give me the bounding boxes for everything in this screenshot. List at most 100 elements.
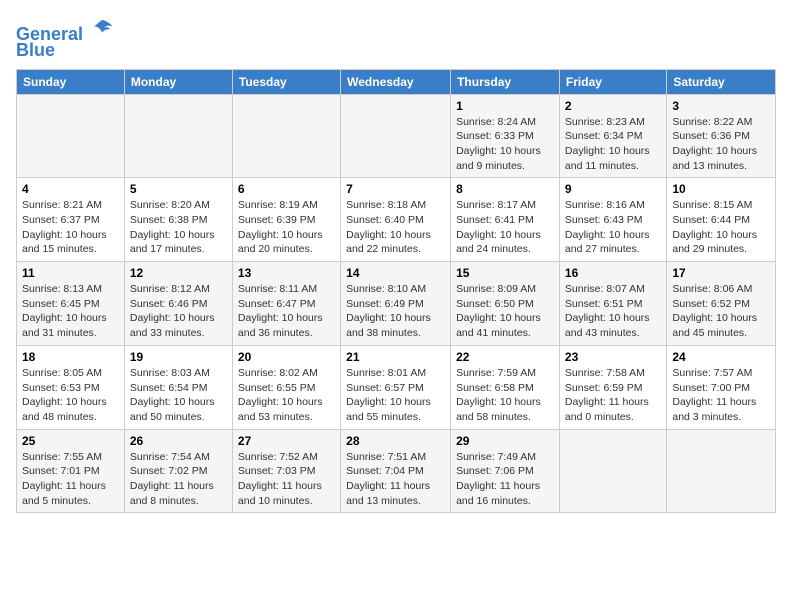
day-number: 20 (238, 350, 335, 364)
calendar-cell: 18 Sunrise: 8:05 AM Sunset: 6:53 PM Dayli… (17, 345, 125, 429)
day-info: Sunrise: 7:59 AM Sunset: 6:58 PM Dayligh… (456, 366, 554, 425)
day-info: Sunrise: 7:58 AM Sunset: 6:59 PM Dayligh… (565, 366, 661, 425)
day-info: Sunrise: 8:19 AM Sunset: 6:39 PM Dayligh… (238, 198, 335, 257)
calendar-cell: 28Sunrise: 7:51 AM Sunset: 7:04 PM Dayli… (341, 429, 451, 513)
day-number: 17 (672, 266, 770, 280)
calendar-cell: 26 Sunrise: 7:54 AM Sunset: 7:02 PM Dayli… (124, 429, 232, 513)
day-info: Sunrise: 8:21 AM Sunset: 6:37 PM Dayligh… (22, 198, 119, 257)
calendar-cell: 1 Sunrise: 8:24 AM Sunset: 6:33 PM Daylig… (451, 94, 560, 178)
day-number: 29 (456, 434, 554, 448)
day-info: Sunrise: 8:09 AM Sunset: 6:50 PM Dayligh… (456, 282, 554, 341)
calendar-week-row: 18 Sunrise: 8:05 AM Sunset: 6:53 PM Dayli… (17, 345, 776, 429)
calendar-week-row: 11 Sunrise: 8:13 AM Sunset: 6:45 PM Dayli… (17, 262, 776, 346)
day-number: 18 (22, 350, 119, 364)
column-header-monday: Monday (124, 69, 232, 94)
day-info: Sunrise: 7:55 AM Sunset: 7:01 PM Dayligh… (22, 450, 119, 509)
calendar-cell: 12 Sunrise: 8:12 AM Sunset: 6:46 PM Dayli… (124, 262, 232, 346)
day-info: Sunrise: 8:06 AM Sunset: 6:52 PM Dayligh… (672, 282, 770, 341)
calendar-cell (667, 429, 776, 513)
calendar-body: 1 Sunrise: 8:24 AM Sunset: 6:33 PM Daylig… (17, 94, 776, 513)
day-info: Sunrise: 7:54 AM Sunset: 7:02 PM Dayligh… (130, 450, 227, 509)
day-number: 19 (130, 350, 227, 364)
day-number: 12 (130, 266, 227, 280)
day-info: Sunrise: 8:23 AM Sunset: 6:34 PM Dayligh… (565, 115, 661, 174)
calendar-week-row: 1 Sunrise: 8:24 AM Sunset: 6:33 PM Daylig… (17, 94, 776, 178)
calendar-cell: 19Sunrise: 8:03 AM Sunset: 6:54 PM Dayli… (124, 345, 232, 429)
column-header-friday: Friday (559, 69, 666, 94)
calendar-cell (232, 94, 340, 178)
calendar-cell: 7 Sunrise: 8:18 AM Sunset: 6:40 PM Daylig… (341, 178, 451, 262)
day-info: Sunrise: 7:49 AM Sunset: 7:06 PM Dayligh… (456, 450, 554, 509)
day-info: Sunrise: 8:18 AM Sunset: 6:40 PM Dayligh… (346, 198, 445, 257)
day-number: 26 (130, 434, 227, 448)
column-header-wednesday: Wednesday (341, 69, 451, 94)
calendar-cell: 16 Sunrise: 8:07 AM Sunset: 6:51 PM Dayli… (559, 262, 666, 346)
day-number: 10 (672, 182, 770, 196)
calendar-header-row: SundayMondayTuesdayWednesdayThursdayFrid… (17, 69, 776, 94)
logo: General Blue (16, 16, 114, 61)
calendar-cell: 10 Sunrise: 8:15 AM Sunset: 6:44 PM Dayli… (667, 178, 776, 262)
day-number: 5 (130, 182, 227, 196)
column-header-sunday: Sunday (17, 69, 125, 94)
day-number: 23 (565, 350, 661, 364)
day-number: 9 (565, 182, 661, 196)
calendar-cell: 24Sunrise: 7:57 AM Sunset: 7:00 PM Dayli… (667, 345, 776, 429)
calendar-cell: 3 Sunrise: 8:22 AM Sunset: 6:36 PM Daylig… (667, 94, 776, 178)
day-number: 16 (565, 266, 661, 280)
day-info: Sunrise: 8:17 AM Sunset: 6:41 PM Dayligh… (456, 198, 554, 257)
calendar-cell: 17 Sunrise: 8:06 AM Sunset: 6:52 PM Dayli… (667, 262, 776, 346)
calendar-cell: 6 Sunrise: 8:19 AM Sunset: 6:39 PM Daylig… (232, 178, 340, 262)
day-info: Sunrise: 8:11 AM Sunset: 6:47 PM Dayligh… (238, 282, 335, 341)
day-info: Sunrise: 8:13 AM Sunset: 6:45 PM Dayligh… (22, 282, 119, 341)
calendar-table: SundayMondayTuesdayWednesdayThursdayFrid… (16, 69, 776, 514)
calendar-cell: 22Sunrise: 7:59 AM Sunset: 6:58 PM Dayli… (451, 345, 560, 429)
day-number: 14 (346, 266, 445, 280)
calendar-cell (124, 94, 232, 178)
calendar-cell: 4 Sunrise: 8:21 AM Sunset: 6:37 PM Daylig… (17, 178, 125, 262)
calendar-week-row: 4 Sunrise: 8:21 AM Sunset: 6:37 PM Daylig… (17, 178, 776, 262)
day-number: 28 (346, 434, 445, 448)
day-info: Sunrise: 7:52 AM Sunset: 7:03 PM Dayligh… (238, 450, 335, 509)
calendar-week-row: 25Sunrise: 7:55 AM Sunset: 7:01 PM Dayli… (17, 429, 776, 513)
calendar-cell (559, 429, 666, 513)
day-info: Sunrise: 8:12 AM Sunset: 6:46 PM Dayligh… (130, 282, 227, 341)
day-number: 13 (238, 266, 335, 280)
calendar-cell: 25Sunrise: 7:55 AM Sunset: 7:01 PM Dayli… (17, 429, 125, 513)
day-number: 11 (22, 266, 119, 280)
day-number: 6 (238, 182, 335, 196)
column-header-thursday: Thursday (451, 69, 560, 94)
calendar-cell: 11 Sunrise: 8:13 AM Sunset: 6:45 PM Dayli… (17, 262, 125, 346)
day-info: Sunrise: 8:22 AM Sunset: 6:36 PM Dayligh… (672, 115, 770, 174)
calendar-cell: 23 Sunrise: 7:58 AM Sunset: 6:59 PM Dayli… (559, 345, 666, 429)
day-info: Sunrise: 8:20 AM Sunset: 6:38 PM Dayligh… (130, 198, 227, 257)
calendar-cell (17, 94, 125, 178)
calendar-cell: 14 Sunrise: 8:10 AM Sunset: 6:49 PM Dayli… (341, 262, 451, 346)
day-number: 3 (672, 99, 770, 113)
day-info: Sunrise: 8:15 AM Sunset: 6:44 PM Dayligh… (672, 198, 770, 257)
day-number: 7 (346, 182, 445, 196)
column-header-tuesday: Tuesday (232, 69, 340, 94)
day-number: 4 (22, 182, 119, 196)
day-number: 15 (456, 266, 554, 280)
day-number: 1 (456, 99, 554, 113)
day-number: 21 (346, 350, 445, 364)
calendar-cell: 9 Sunrise: 8:16 AM Sunset: 6:43 PM Daylig… (559, 178, 666, 262)
calendar-cell: 21Sunrise: 8:01 AM Sunset: 6:57 PM Dayli… (341, 345, 451, 429)
day-number: 27 (238, 434, 335, 448)
logo-bird-icon (90, 16, 114, 40)
day-info: Sunrise: 8:10 AM Sunset: 6:49 PM Dayligh… (346, 282, 445, 341)
column-header-saturday: Saturday (667, 69, 776, 94)
calendar-cell: 15 Sunrise: 8:09 AM Sunset: 6:50 PM Dayli… (451, 262, 560, 346)
page-header: General Blue (16, 16, 776, 61)
calendar-cell: 20Sunrise: 8:02 AM Sunset: 6:55 PM Dayli… (232, 345, 340, 429)
day-number: 2 (565, 99, 661, 113)
calendar-cell: 29 Sunrise: 7:49 AM Sunset: 7:06 PM Dayli… (451, 429, 560, 513)
day-number: 24 (672, 350, 770, 364)
calendar-cell: 27 Sunrise: 7:52 AM Sunset: 7:03 PM Dayli… (232, 429, 340, 513)
day-info: Sunrise: 8:16 AM Sunset: 6:43 PM Dayligh… (565, 198, 661, 257)
day-info: Sunrise: 8:07 AM Sunset: 6:51 PM Dayligh… (565, 282, 661, 341)
day-info: Sunrise: 8:05 AM Sunset: 6:53 PM Dayligh… (22, 366, 119, 425)
day-info: Sunrise: 8:24 AM Sunset: 6:33 PM Dayligh… (456, 115, 554, 174)
calendar-cell: 13 Sunrise: 8:11 AM Sunset: 6:47 PM Dayli… (232, 262, 340, 346)
calendar-cell: 8Sunrise: 8:17 AM Sunset: 6:41 PM Daylig… (451, 178, 560, 262)
